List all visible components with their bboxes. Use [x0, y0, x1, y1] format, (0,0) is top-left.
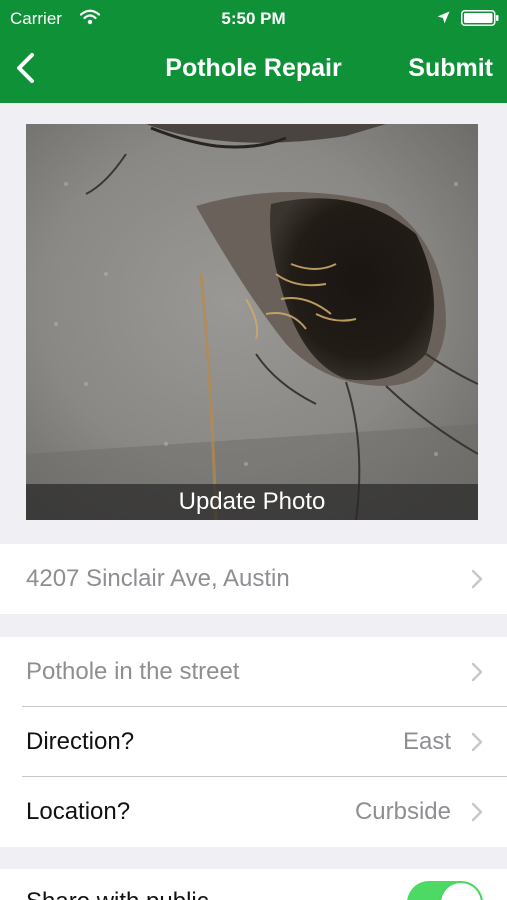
address-group: 4207 Sinclair Ave, Austin	[0, 544, 507, 614]
location-value: Curbside	[354, 798, 451, 825]
direction-value: East	[402, 728, 451, 755]
chevron-right-icon	[471, 732, 483, 752]
direction-label: Direction?	[26, 728, 135, 755]
app-screen: Carrier 5:50 PM Pothole Repair Submit Up…	[0, 0, 507, 900]
location-arrow-icon	[437, 11, 450, 24]
status-time: 5:50 PM	[221, 9, 286, 28]
chevron-right-icon	[471, 569, 483, 589]
category-row[interactable]: Pothole in the street	[0, 637, 507, 707]
chevron-right-icon	[471, 662, 483, 682]
pothole-image	[26, 124, 478, 520]
pothole-photo[interactable]: Update Photo	[26, 124, 478, 520]
share-row: Share with public	[0, 869, 507, 900]
address-row[interactable]: 4207 Sinclair Ave, Austin	[0, 544, 507, 614]
location-label: Location?	[26, 798, 131, 825]
navigation-header: Carrier 5:50 PM Pothole Repair Submit	[0, 0, 507, 103]
details-group: Pothole in the street Direction? East Lo…	[0, 637, 507, 847]
share-group: Share with public	[0, 869, 507, 900]
category-text: Pothole in the street	[26, 658, 240, 685]
share-label: Share with public	[26, 867, 209, 900]
direction-row[interactable]: Direction? East	[0, 707, 507, 777]
location-row[interactable]: Location? Curbside	[0, 777, 507, 847]
toggle-knob	[441, 883, 481, 900]
address-text: 4207 Sinclair Ave, Austin	[26, 565, 290, 592]
status-bar: Carrier 5:50 PM	[0, 0, 507, 36]
share-toggle[interactable]	[407, 881, 483, 900]
update-photo-button[interactable]: Update Photo	[26, 484, 478, 520]
submit-button[interactable]: Submit	[408, 54, 493, 83]
battery-icon	[461, 10, 499, 26]
chevron-right-icon	[471, 802, 483, 822]
